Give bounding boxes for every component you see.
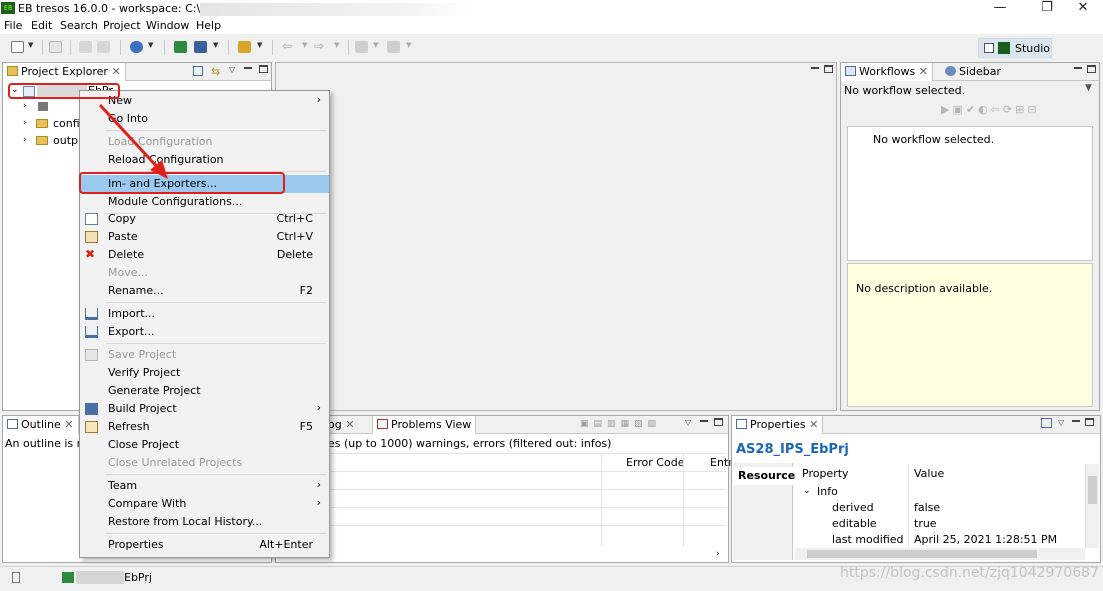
annotation-arrow: [98, 103, 168, 179]
annotation-arrow-line: [98, 103, 162, 172]
watermark: https://blog.csdn.net/zjq1042970687: [840, 565, 1099, 581]
status-project-name: EbPrj: [124, 571, 152, 584]
fast-view-icon[interactable]: [12, 572, 20, 583]
project-status-icon: [62, 572, 74, 583]
redacted-status-text: [76, 571, 124, 584]
